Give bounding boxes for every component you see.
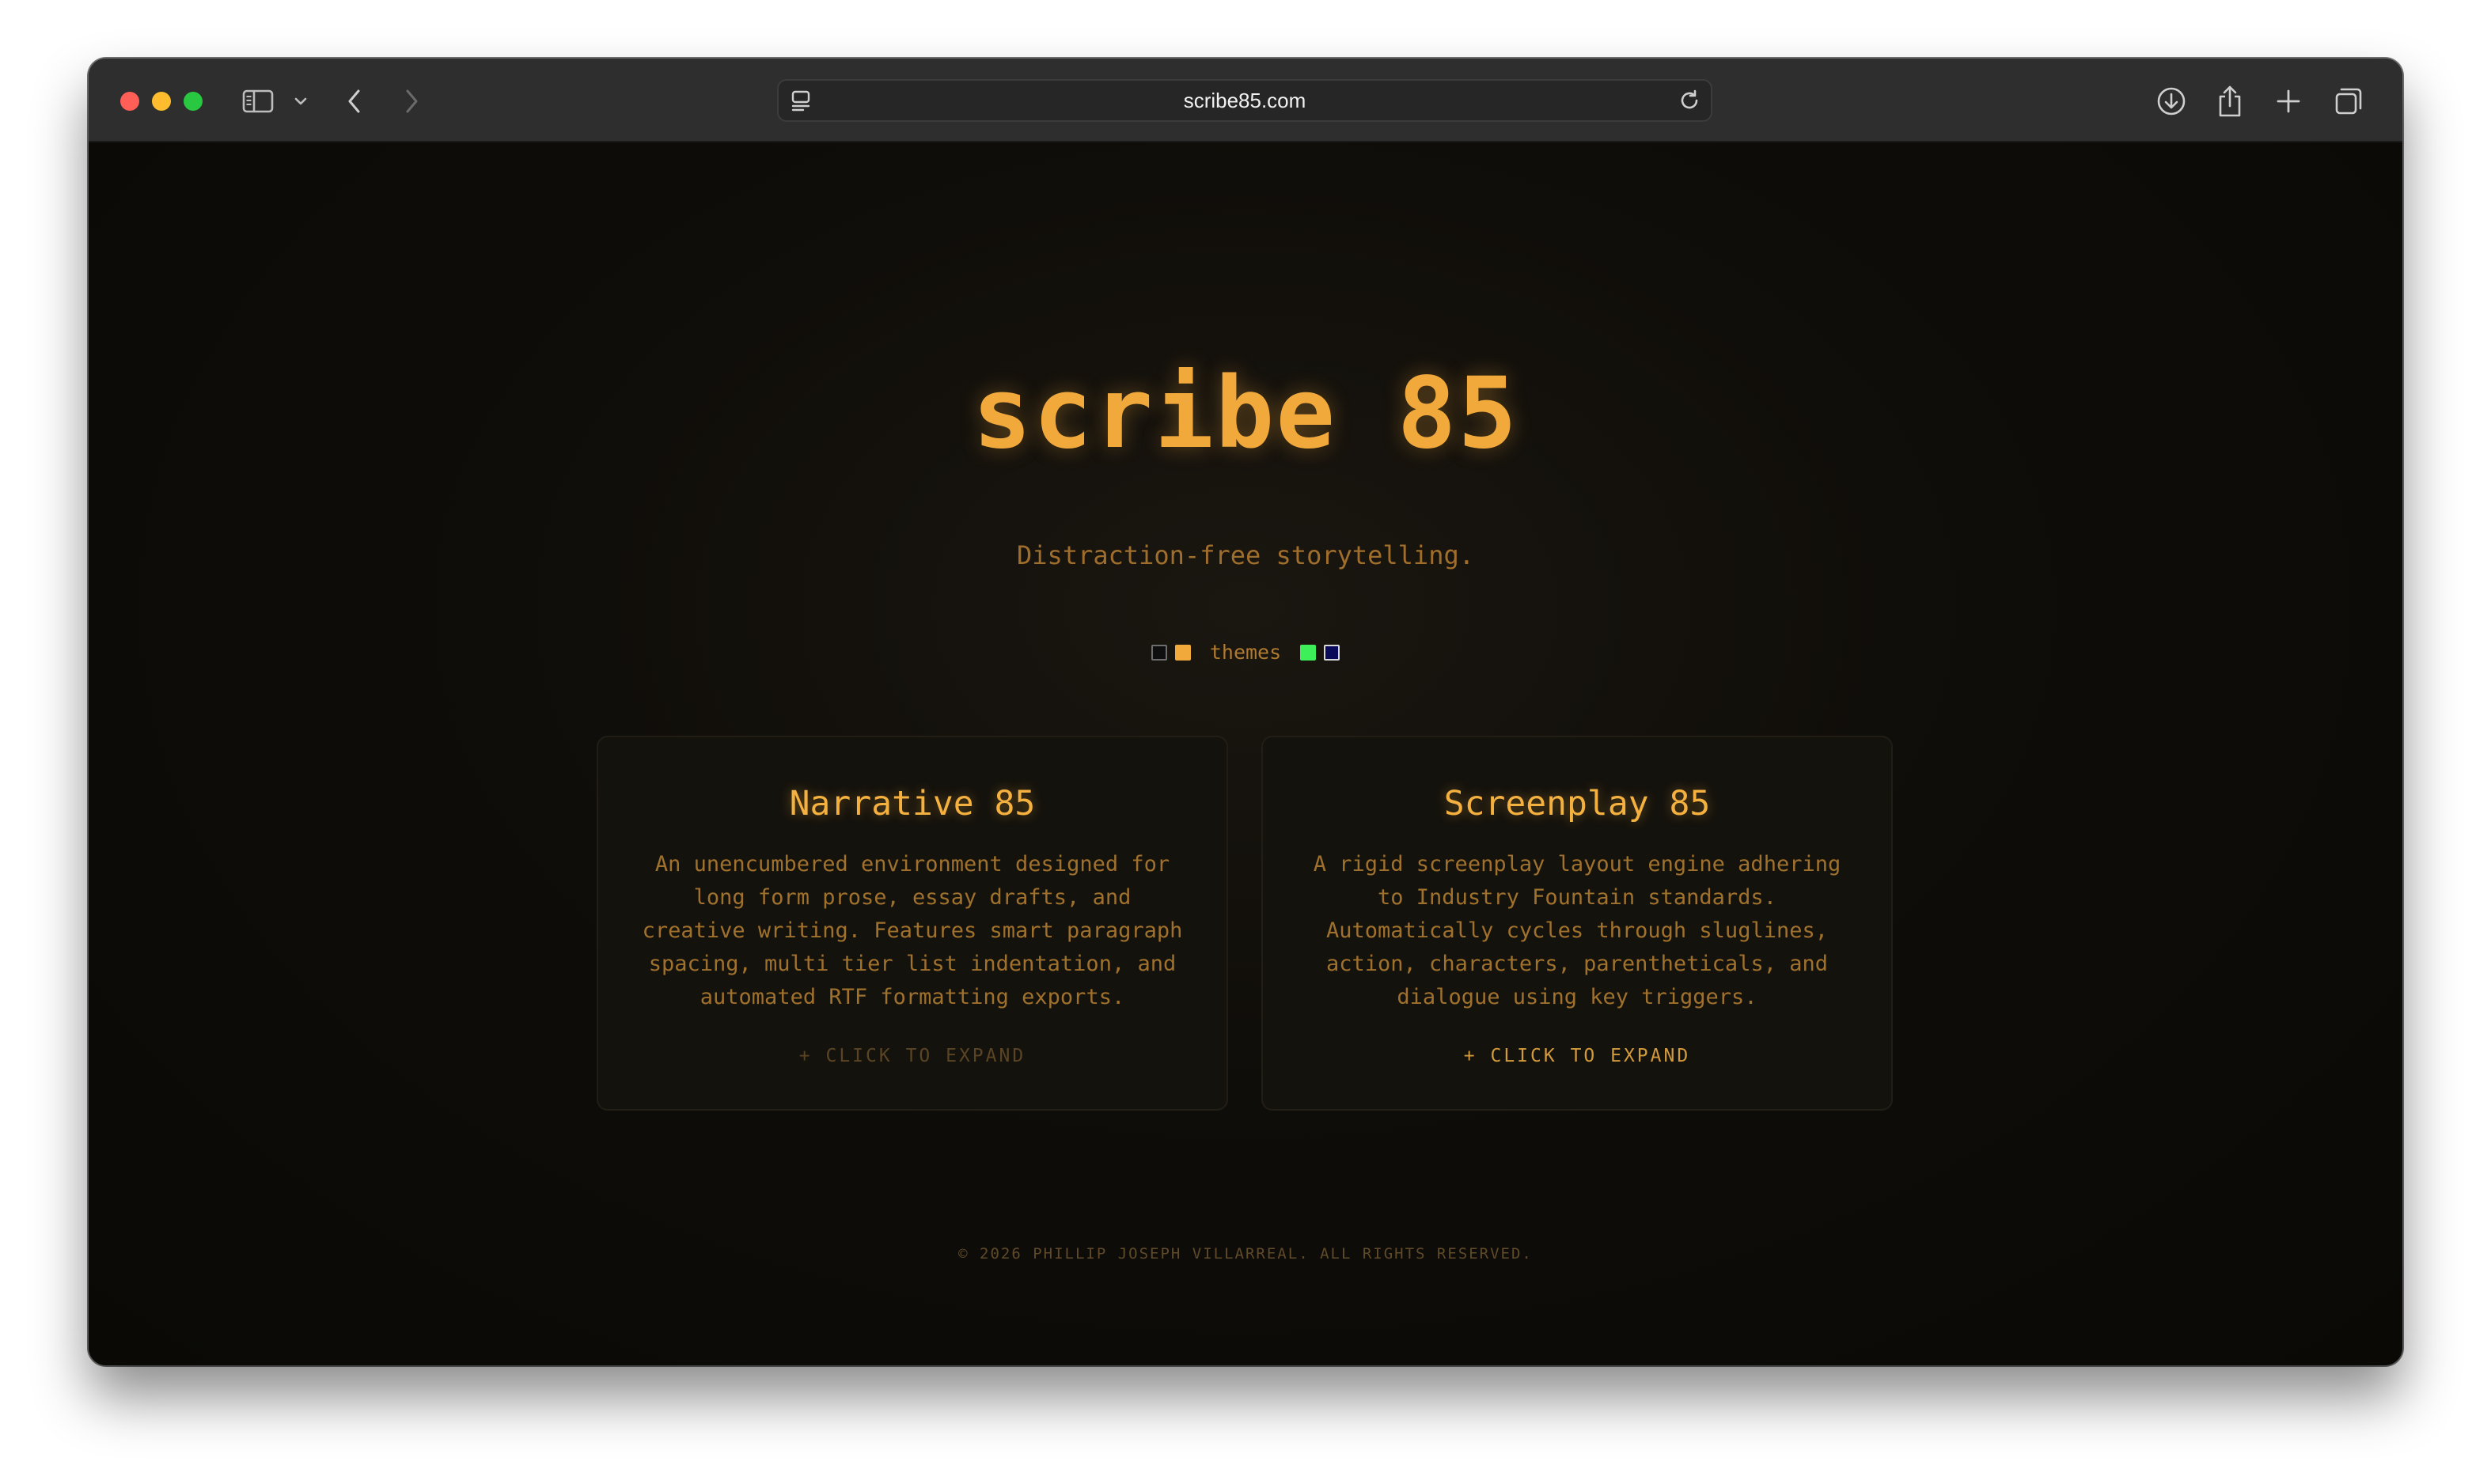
theme-swatch-dark[interactable]	[1151, 644, 1167, 661]
site-title: scribe 85	[973, 357, 1518, 471]
theme-swatch-blue[interactable]	[1324, 644, 1340, 661]
address-bar[interactable]: scribe85.com	[777, 79, 1712, 122]
expand-link[interactable]: + CLICK TO EXPAND	[598, 1044, 1227, 1068]
page-content: scribe 85 Distraction-free storytelling.…	[89, 142, 2402, 1365]
screenplay-card[interactable]: Screenplay 85 A rigid screenplay layout …	[1261, 736, 1893, 1111]
minimize-window-button[interactable]	[152, 92, 171, 111]
card-title: Screenplay 85	[1443, 784, 1711, 823]
site-tagline: Distraction-free storytelling.	[1017, 540, 1474, 570]
zoom-window-button[interactable]	[184, 92, 203, 111]
share-icon[interactable]	[2214, 82, 2246, 120]
plus-icon[interactable]	[2273, 82, 2304, 120]
card-description: An unencumbered environment designed for…	[642, 852, 1183, 1009]
themes-label: themes	[1209, 641, 1282, 664]
tabs-overview-icon[interactable]	[2331, 82, 2366, 120]
forward-arrow-icon[interactable]	[397, 82, 426, 120]
theme-swatch-amber[interactable]	[1174, 644, 1191, 661]
url-text: scribe85.com	[1183, 88, 1306, 112]
narrative-card[interactable]: Narrative 85 An unencumbered environment…	[597, 736, 1228, 1111]
theme-switcher: themes	[89, 641, 2402, 664]
chevron-down-icon[interactable]	[291, 82, 310, 120]
close-window-button[interactable]	[120, 92, 139, 111]
card-title: Narrative 85	[789, 784, 1036, 823]
copyright-footer: © 2026 PHILLIP JOSEPH VILLARREAL. ALL RI…	[958, 1245, 1533, 1263]
theme-swatch-green[interactable]	[1300, 644, 1317, 661]
download-icon[interactable]	[2154, 82, 2189, 120]
expand-link[interactable]: + CLICK TO EXPAND	[1263, 1044, 1891, 1068]
back-arrow-icon[interactable]	[340, 82, 369, 120]
browser-toolbar: scribe85.com	[89, 59, 2402, 142]
browser-window: scribe85.com scribe 85 Distraction-free …	[89, 59, 2402, 1365]
sidebar-icon[interactable]	[239, 82, 277, 120]
reload-icon[interactable]	[1678, 89, 1701, 116]
card-description: A rigid screenplay layout engine adherin…	[1313, 852, 1841, 1009]
